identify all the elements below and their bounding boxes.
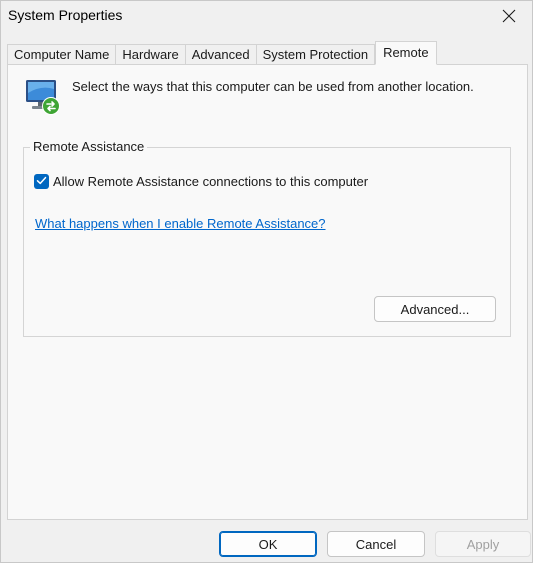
system-properties-window: System Properties Computer Name Hardware…	[0, 0, 533, 563]
allow-remote-assistance-checkbox[interactable]	[34, 174, 49, 189]
close-button[interactable]	[486, 1, 532, 31]
tab-computer-name[interactable]: Computer Name	[7, 44, 116, 64]
apply-button[interactable]: Apply	[435, 531, 531, 557]
remote-intro-text: Select the ways that this computer can b…	[72, 79, 474, 94]
remote-assistance-help-link[interactable]: What happens when I enable Remote Assist…	[35, 216, 326, 231]
allow-remote-assistance-row[interactable]: Allow Remote Assistance connections to t…	[34, 174, 368, 189]
cancel-button[interactable]: Cancel	[327, 531, 425, 557]
window-title: System Properties	[8, 7, 123, 23]
remote-assistance-advanced-button[interactable]: Advanced...	[374, 296, 496, 322]
remote-assistance-legend: Remote Assistance	[30, 139, 148, 154]
title-bar[interactable]: System Properties	[1, 1, 532, 33]
checkmark-icon	[36, 174, 47, 189]
tab-advanced[interactable]: Advanced	[184, 44, 256, 64]
remote-assistance-group: Remote Assistance Allow Remote Assistanc…	[23, 139, 511, 337]
remote-tab-panel: Select the ways that this computer can b…	[7, 64, 528, 520]
tab-strip: Computer Name Hardware Advanced System P…	[7, 41, 437, 65]
remote-desktop-monitor-icon	[23, 77, 63, 117]
tab-remote[interactable]: Remote	[375, 41, 437, 65]
tab-hardware[interactable]: Hardware	[115, 44, 185, 64]
allow-remote-assistance-label[interactable]: Allow Remote Assistance connections to t…	[53, 174, 368, 189]
close-icon	[502, 9, 516, 23]
ok-button[interactable]: OK	[219, 531, 317, 557]
tab-system-protection[interactable]: System Protection	[255, 44, 376, 64]
